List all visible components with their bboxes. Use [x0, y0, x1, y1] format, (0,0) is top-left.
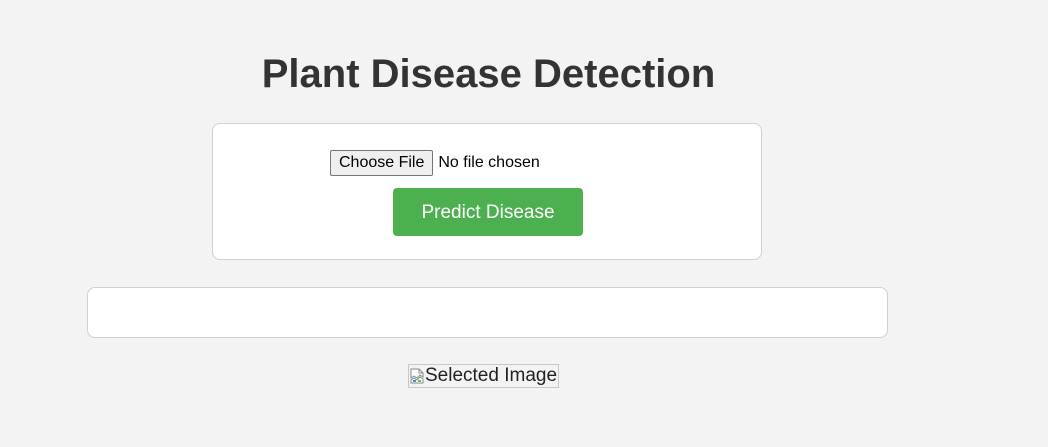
result-box	[87, 287, 888, 338]
predict-disease-button[interactable]: Predict Disease	[393, 188, 583, 236]
selected-image: Selected Image	[408, 364, 560, 388]
choose-file-button[interactable]: Choose File	[330, 150, 434, 176]
file-input[interactable]: Choose File No file chosen	[330, 150, 540, 176]
broken-image-icon	[410, 368, 424, 384]
selected-image-alt-text: Selected Image	[425, 365, 558, 386]
file-status-text: No file chosen	[438, 154, 540, 171]
upload-card: Choose File No file chosen Predict Disea…	[212, 123, 762, 260]
page-title: Plant Disease Detection	[261, 52, 716, 96]
